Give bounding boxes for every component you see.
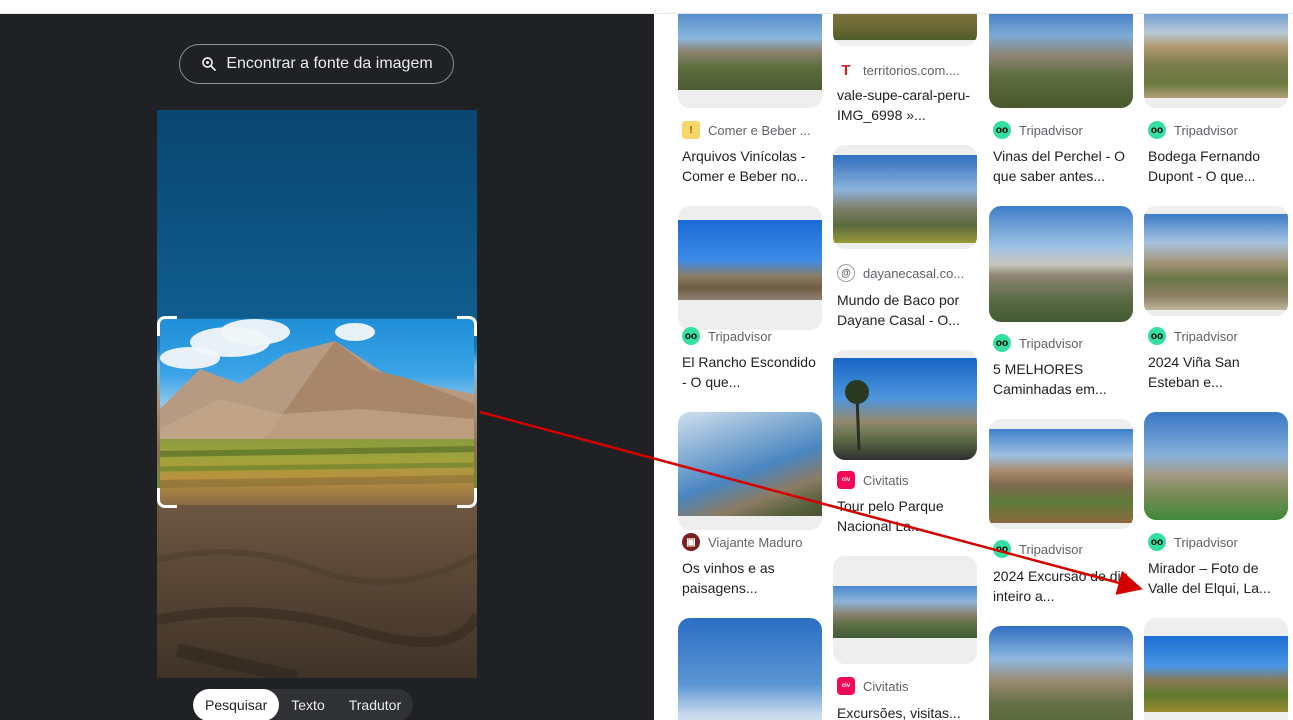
result-source[interactable]: oo Tripadvisor — [1148, 533, 1238, 551]
result-source-label: dayanecasal.co... — [863, 265, 965, 281]
result-thumbnail[interactable] — [989, 206, 1133, 322]
result-source-label: Comer e Beber ... — [708, 122, 811, 138]
tripadvisor-icon: oo — [1148, 327, 1166, 345]
result-title[interactable]: Mundo de Baco por Dayane Casal - O... — [837, 290, 977, 330]
result-source-label: Tripadvisor — [708, 328, 772, 344]
result-source-label: Civitatis — [863, 472, 909, 488]
result-thumbnail[interactable] — [678, 14, 822, 108]
result-title[interactable]: Bodega Fernando Dupont - O que... — [1148, 146, 1288, 186]
result-title[interactable]: Arquivos Vinícolas - Comer e Beber no... — [682, 146, 822, 186]
civitatis-icon: civ — [837, 677, 855, 695]
result-source[interactable]: oo Tripadvisor — [993, 540, 1083, 558]
result-source-label: Tripadvisor — [1174, 328, 1238, 344]
result-source[interactable]: @ dayanecasal.co... — [837, 264, 964, 282]
result-source-label: Tripadvisor — [1174, 534, 1238, 550]
result-thumbnail[interactable] — [989, 419, 1133, 529]
result-thumbnail[interactable] — [989, 14, 1133, 108]
lens-mode-tabs: Pesquisar Texto Tradutor — [193, 689, 414, 720]
result-source[interactable]: T territorios.com.... — [837, 61, 960, 79]
palm-tree-graphic — [845, 380, 869, 451]
result-source[interactable]: civ Civitatis — [837, 471, 909, 489]
result-title[interactable]: Vinas del Perchel - O que saber antes... — [993, 146, 1133, 186]
find-image-source-button[interactable]: Encontrar a fonte da imagem — [179, 44, 454, 84]
result-source-label: territorios.com.... — [863, 62, 960, 78]
civitatis-icon: civ — [837, 471, 855, 489]
tripadvisor-icon: oo — [993, 121, 1011, 139]
result-title[interactable]: vale-supe-caral-peru-IMG_6998 »... — [837, 85, 977, 125]
result-thumbnail[interactable] — [678, 412, 822, 530]
result-thumbnail[interactable] — [678, 618, 822, 720]
result-thumbnail[interactable] — [1144, 206, 1288, 316]
comer-beber-icon: ! — [682, 121, 700, 139]
viajante-icon: ▣ — [682, 533, 700, 551]
result-source-label: Tripadvisor — [1019, 122, 1083, 138]
lens-search-icon — [202, 57, 217, 71]
result-title[interactable]: Mirador – Foto de Valle del Elqui, La... — [1148, 558, 1288, 598]
territorios-icon: T — [837, 61, 855, 79]
result-thumbnail[interactable] — [678, 206, 822, 330]
result-thumbnail[interactable] — [833, 556, 977, 664]
visual-matches-grid: ! Comer e Beber ... Arquivos Vinícolas -… — [654, 14, 1293, 720]
result-title[interactable]: Excursões, visitas... — [837, 703, 977, 720]
result-source[interactable]: oo Tripadvisor — [993, 334, 1083, 352]
tab-pesquisar[interactable]: Pesquisar — [193, 689, 280, 720]
result-source-label: Tripadvisor — [1019, 541, 1083, 557]
lens-panel: Encontrar a fonte da imagem Pesquisar Te… — [0, 14, 654, 720]
result-source-label: Tripadvisor — [1174, 122, 1238, 138]
result-title[interactable]: Tour pelo Parque Nacional La... — [837, 496, 977, 536]
crop-corner-bottom-left[interactable] — [157, 488, 177, 508]
result-thumbnail[interactable] — [833, 14, 977, 46]
tripadvisor-icon: oo — [1148, 533, 1166, 551]
ground-texture — [157, 549, 477, 678]
result-thumbnail[interactable] — [833, 350, 977, 460]
result-thumbnail[interactable] — [1144, 14, 1288, 108]
result-source[interactable]: ▣ Viajante Maduro — [682, 533, 802, 551]
result-title[interactable]: Os vinhos e as paisagens... — [682, 558, 822, 598]
result-source-label: Civitatis — [863, 678, 909, 694]
result-title[interactable]: 2024 Excursão de dia inteiro a... — [993, 566, 1133, 606]
result-source[interactable]: oo Tripadvisor — [993, 121, 1083, 139]
crop-corner-top-left[interactable] — [157, 316, 177, 336]
dayanecasal-icon: @ — [837, 264, 855, 282]
result-source-label: Tripadvisor — [1019, 335, 1083, 351]
result-source[interactable]: oo Tripadvisor — [1148, 327, 1238, 345]
crop-region[interactable] — [160, 319, 474, 505]
crop-corner-top-right[interactable] — [457, 316, 477, 336]
result-title[interactable]: 5 MELHORES Caminhadas em... — [993, 359, 1133, 399]
result-title[interactable]: 2024 Viña San Esteban e... — [1148, 352, 1288, 392]
result-thumbnail[interactable] — [1144, 618, 1288, 720]
tab-texto[interactable]: Texto — [279, 689, 336, 720]
find-image-source-label: Encontrar a fonte da imagem — [226, 55, 433, 72]
crop-corner-bottom-right[interactable] — [457, 488, 477, 508]
result-title[interactable]: El Rancho Escondido - O que... — [682, 352, 822, 392]
result-thumbnail[interactable] — [989, 626, 1133, 720]
result-thumbnail[interactable] — [833, 145, 977, 249]
tab-tradutor[interactable]: Tradutor — [337, 689, 413, 720]
result-source-label: Viajante Maduro — [708, 534, 803, 550]
result-source[interactable]: civ Civitatis — [837, 677, 909, 695]
tripadvisor-icon: oo — [682, 327, 700, 345]
result-thumbnail[interactable] — [1144, 412, 1288, 520]
top-strip — [0, 0, 1293, 14]
result-source[interactable]: oo Tripadvisor — [1148, 121, 1238, 139]
result-source[interactable]: ! Comer e Beber ... — [682, 121, 811, 139]
tripadvisor-icon: oo — [1148, 121, 1166, 139]
tripadvisor-icon: oo — [993, 540, 1011, 558]
tripadvisor-icon: oo — [993, 334, 1011, 352]
result-source[interactable]: oo Tripadvisor — [682, 327, 772, 345]
